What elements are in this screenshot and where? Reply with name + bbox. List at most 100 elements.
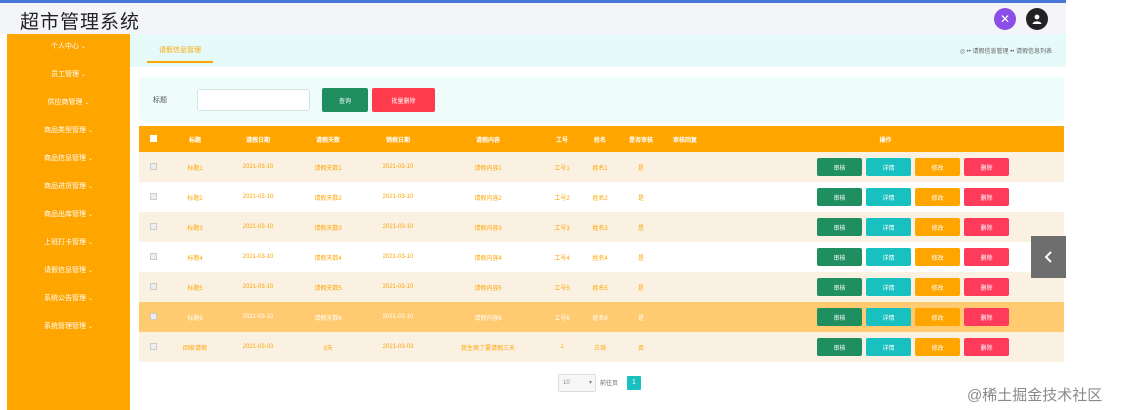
detail-button[interactable]: 详情 <box>866 218 911 236</box>
tab-leave-management[interactable]: 请假信息管理 <box>147 45 213 63</box>
title-search-input[interactable] <box>197 89 310 111</box>
review-button[interactable]: 审核 <box>817 278 862 296</box>
sidebar-item-label: 系统管理管理 <box>43 323 86 330</box>
row-actions: 审核 详情 修改 删除 <box>707 182 1064 212</box>
user-avatar-icon[interactable] <box>1026 8 1048 30</box>
cell-name: 姓名5 <box>592 285 608 292</box>
cell-return-date: 2021-03-10 <box>382 224 414 230</box>
table-row[interactable]: 回家请假 2021-03-03 3天 2021-03-03 我生病了要请假三天 1 古琦 否 审… <box>139 332 1064 362</box>
detail-button[interactable]: 详情 <box>866 278 911 296</box>
delete-button[interactable]: 删除 <box>964 278 1009 296</box>
sidebar-item-purchasing[interactable]: 商品进货管理 ⌄ <box>7 177 130 197</box>
detail-button[interactable]: 详情 <box>866 338 911 356</box>
query-button[interactable]: 查询 <box>322 88 368 112</box>
panel-toggle-button[interactable] <box>1031 236 1066 278</box>
row-checkbox[interactable] <box>139 332 167 362</box>
row-checkbox[interactable] <box>139 152 167 182</box>
delete-button[interactable]: 删除 <box>964 248 1009 266</box>
column-header[interactable]: 请假内容 <box>433 126 543 152</box>
table-row[interactable]: 标题3 2021-03-10 请假天数3 2021-03-10 请假内容3 工号3 姓名3 是… <box>139 212 1064 242</box>
review-button[interactable]: 审核 <box>817 338 862 356</box>
row-actions: 审核 详情 修改 删除 <box>707 302 1064 332</box>
sidebar-item-product-info[interactable]: 商品信息管理 ⌄ <box>7 149 130 169</box>
cell-reviewed: 是 <box>637 225 644 232</box>
cell-reply <box>663 182 707 212</box>
delete-button[interactable]: 删除 <box>964 338 1009 356</box>
sidebar-item-suppliers[interactable]: 供应商管理 ⌄ <box>7 93 130 113</box>
column-header[interactable]: 请假日期 <box>223 126 293 152</box>
select-all-checkbox[interactable] <box>139 126 167 152</box>
edit-button[interactable]: 修改 <box>915 338 960 356</box>
cell-title: 标题2 <box>187 195 203 202</box>
edit-button[interactable]: 修改 <box>915 248 960 266</box>
sidebar-item-personal-center[interactable]: 个人中心 ⌄ <box>7 37 130 57</box>
table-row[interactable]: 标题2 2021-03-10 请假天数2 2021-03-10 请假内容2 工号2 姓名2 是… <box>139 182 1064 212</box>
row-checkbox[interactable] <box>139 272 167 302</box>
column-header[interactable]: 姓名 <box>581 126 619 152</box>
sidebar-item-outbound[interactable]: 商品出库管理 ⌄ <box>7 205 130 225</box>
sidebar-item-clock-in[interactable]: 上班打卡管理 ⌄ <box>7 233 130 253</box>
column-header[interactable]: 是否审核 <box>619 126 663 152</box>
column-header[interactable]: 请假天数 <box>293 126 363 152</box>
cell-title: 回家请假 <box>182 345 207 352</box>
detail-button[interactable]: 详情 <box>866 308 911 326</box>
column-header[interactable]: 销假日期 <box>363 126 433 152</box>
review-button[interactable]: 审核 <box>817 158 862 176</box>
row-checkbox[interactable] <box>139 302 167 332</box>
row-checkbox[interactable] <box>139 242 167 272</box>
cell-days: 请假天数1 <box>314 165 342 172</box>
delete-button[interactable]: 删除 <box>964 188 1009 206</box>
detail-button[interactable]: 详情 <box>866 188 911 206</box>
table-row[interactable]: 标题1 2021-03-10 请假天数1 2021-03-10 请假内容1 工号1 姓名1 是… <box>139 152 1064 182</box>
table-row[interactable]: 标题6 2021-03-10 请假天数6 2021-03-10 请假内容6 工号6 姓名6 是… <box>139 302 1064 332</box>
cell-emp-no: 工号6 <box>554 315 570 322</box>
chevron-down-icon: ⌄ <box>87 128 94 134</box>
cell-return-date: 2021-03-10 <box>382 164 414 170</box>
delete-button[interactable]: 删除 <box>964 158 1009 176</box>
table-row[interactable]: 标题4 2021-03-10 请假天数4 2021-03-10 请假内容4 工号4 姓名4 是… <box>139 242 1064 272</box>
edit-button[interactable]: 修改 <box>915 218 960 236</box>
cell-leave-date: 2021-03-10 <box>242 314 274 320</box>
row-checkbox[interactable] <box>139 182 167 212</box>
chevron-down-icon: ⌄ <box>87 268 94 274</box>
watermark-text: @稀土掘金技术社区 <box>967 387 1103 404</box>
review-button[interactable]: 审核 <box>817 248 862 266</box>
row-checkbox[interactable] <box>139 212 167 242</box>
close-icon[interactable]: ✕ <box>994 8 1016 30</box>
chevron-left-icon <box>1044 251 1052 263</box>
edit-button[interactable]: 修改 <box>915 158 960 176</box>
detail-button[interactable]: 详情 <box>866 158 911 176</box>
cell-reply <box>663 332 707 362</box>
chevron-down-icon: ⌄ <box>87 240 94 246</box>
sidebar-item-label: 商品进货管理 <box>43 183 86 190</box>
delete-button[interactable]: 删除 <box>964 308 1009 326</box>
page-number-button[interactable]: 1 <box>627 376 641 390</box>
sidebar-item-product-types[interactable]: 商品类型管理 ⌄ <box>7 121 130 141</box>
batch-delete-button[interactable]: 批量删除 <box>372 88 435 112</box>
sidebar-item-label: 上班打卡管理 <box>43 239 86 246</box>
cell-name: 姓名1 <box>592 165 608 172</box>
page-size-select[interactable]: 10 ▾ <box>558 374 596 392</box>
delete-button[interactable]: 删除 <box>964 218 1009 236</box>
cell-reply <box>663 152 707 182</box>
column-header[interactable]: 审核回复 <box>663 126 707 152</box>
sidebar-item-label: 个人中心 <box>50 43 79 50</box>
review-button[interactable]: 审核 <box>817 218 862 236</box>
cell-days: 请假天数6 <box>314 315 342 322</box>
sidebar-item-announcements[interactable]: 系统公告管理 ⌄ <box>7 289 130 309</box>
review-button[interactable]: 审核 <box>817 308 862 326</box>
edit-button[interactable]: 修改 <box>915 188 960 206</box>
review-button[interactable]: 审核 <box>817 188 862 206</box>
sidebar-item-employees[interactable]: 员工管理 ⌄ <box>7 65 130 85</box>
edit-button[interactable]: 修改 <box>915 308 960 326</box>
edit-button[interactable]: 修改 <box>915 278 960 296</box>
sidebar-item-system[interactable]: 系统管理管理 ⌄ <box>7 317 130 337</box>
column-header[interactable]: 标题 <box>167 126 223 152</box>
sidebar-item-leave[interactable]: 请假信息管理 ⌄ <box>7 261 130 281</box>
cell-content: 请假内容3 <box>474 225 502 232</box>
table-row[interactable]: 标题5 2021-03-10 请假天数5 2021-03-10 请假内容5 工号5 姓名5 是… <box>139 272 1064 302</box>
detail-button[interactable]: 详情 <box>866 248 911 266</box>
app-title: 超市管理系统 <box>20 12 141 33</box>
column-header[interactable]: 工号 <box>543 126 581 152</box>
cell-reply <box>663 302 707 332</box>
